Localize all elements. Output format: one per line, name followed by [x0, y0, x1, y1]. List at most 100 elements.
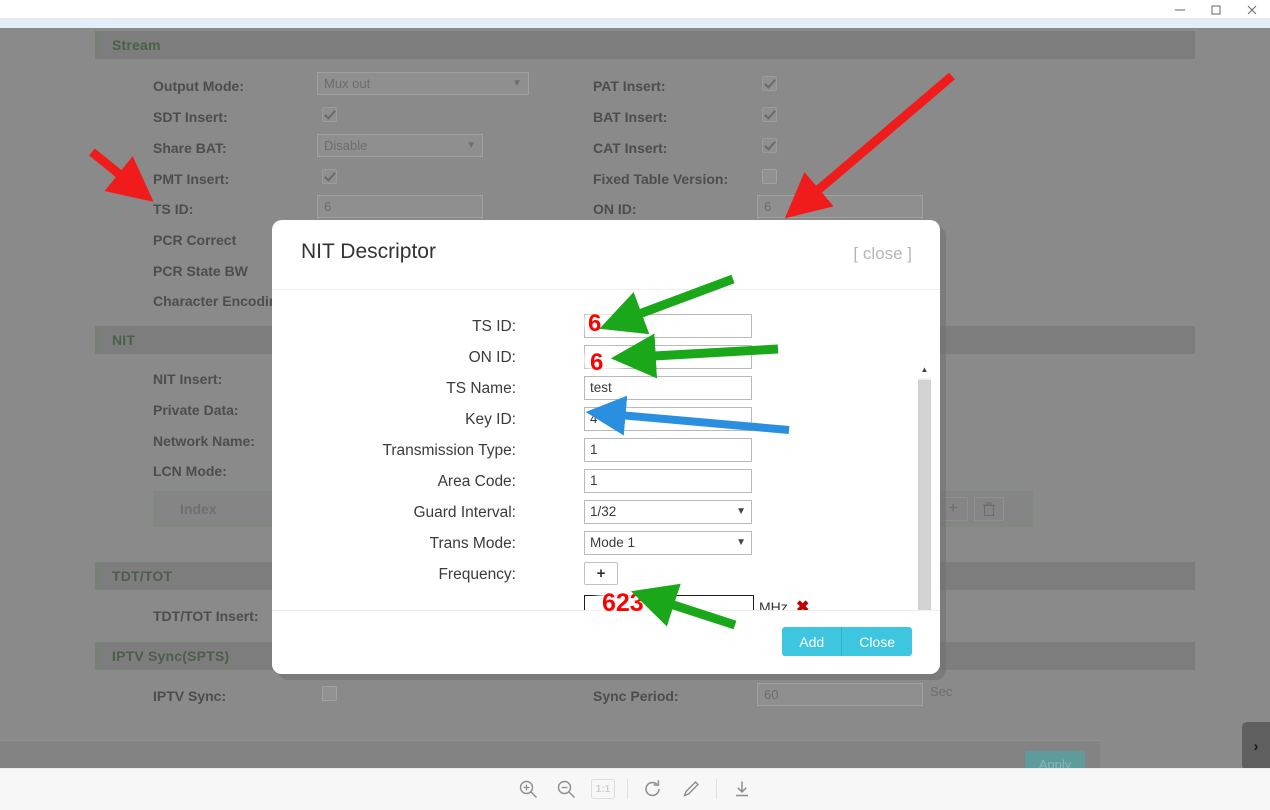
input-dlg-area-code[interactable]: 1 [584, 469, 752, 493]
dialog-scrollbar[interactable]: ▲ ▼ [917, 362, 932, 610]
select-output-mode[interactable]: Mux out ▼ [317, 72, 529, 95]
section-header-stream: Stream [95, 31, 1195, 59]
maximize-icon[interactable] [1198, 0, 1234, 19]
label-dlg-guard-interval: Guard Interval: [413, 504, 516, 521]
dialog-title: NIT Descriptor [301, 240, 436, 263]
label-dlg-trans-mode: Trans Mode: [429, 535, 516, 552]
annotation-ts-id-value: 6 [588, 310, 602, 337]
scrollbar-thumb[interactable] [918, 380, 931, 610]
checkbox-sdt-insert[interactable] [322, 107, 337, 122]
checkbox-pat-insert[interactable] [762, 76, 777, 91]
label-share-bat: Share BAT: [153, 140, 227, 156]
label-dlg-frequency: Frequency: [438, 566, 516, 583]
dialog-close-link[interactable]: [ close ] [853, 244, 912, 264]
select-dlg-guard-interval[interactable]: 1/32 ▼ [584, 500, 752, 524]
dialog-footer: Add Close [272, 610, 940, 674]
app-root: Stream Output Mode: Mux out ▼ SDT Insert… [0, 0, 1270, 810]
label-network-name: Network Name: [153, 433, 255, 449]
toolbar-divider [716, 779, 717, 799]
label-sync-period: Sync Period: [593, 688, 679, 704]
label-cat-insert: CAT Insert: [593, 140, 668, 156]
highlight-blob-on-id [582, 348, 626, 372]
input-sync-period[interactable]: 60 [757, 683, 923, 706]
section-title-stream: Stream [112, 37, 161, 53]
dialog-button-group: Add Close [782, 627, 912, 656]
chevron-down-icon: ▼ [512, 77, 522, 89]
field-row-transmission-type: Transmission Type: 1 [272, 438, 912, 468]
unit-sync-period: Sec [930, 684, 953, 699]
frequency-delete-icon[interactable]: ✖ [796, 595, 809, 610]
minimize-icon[interactable] [1162, 0, 1198, 19]
field-row-key-id: Key ID: 4 [272, 407, 912, 437]
section-title-iptv-sync: IPTV Sync(SPTS) [112, 648, 230, 664]
chevron-right-icon: › [1253, 737, 1259, 755]
unit-mhz: MHz [759, 599, 788, 610]
label-fixed-table-version: Fixed Table Version: [593, 171, 729, 187]
drawer-expand-button[interactable]: › [1242, 722, 1270, 770]
zoom-in-icon[interactable] [515, 776, 541, 802]
frequency-add-button[interactable]: + [584, 562, 618, 585]
label-tdt-tot-insert: TDT/TOT Insert: [153, 608, 259, 624]
checkbox-cat-insert[interactable] [762, 138, 777, 153]
input-dlg-key-id[interactable]: 4 [584, 407, 752, 431]
select-guard-interval-value: 1/32 [590, 504, 617, 519]
section-title-nit: NIT [112, 332, 136, 348]
close-icon[interactable] [1234, 0, 1270, 19]
label-pat-insert: PAT Insert: [593, 78, 666, 94]
checkbox-pmt-insert[interactable] [322, 169, 337, 184]
checkbox-fixed-table-version[interactable] [762, 169, 777, 184]
scroll-up-arrow-icon[interactable]: ▲ [917, 362, 932, 376]
input-dlg-ts-name[interactable]: test [584, 376, 752, 400]
toolbar-divider [627, 779, 628, 799]
field-row-area-code: Area Code: 1 [272, 469, 912, 499]
label-dlg-transmission-type: Transmission Type: [382, 442, 516, 459]
label-dlg-key-id: Key ID: [465, 411, 516, 428]
checkbox-iptv-sync[interactable] [322, 686, 337, 701]
download-icon[interactable] [729, 776, 755, 802]
label-dlg-area-code: Area Code: [437, 473, 516, 490]
label-pcr-correct: PCR Correct [153, 232, 237, 248]
input-dlg-transmission-type[interactable]: 1 [584, 438, 752, 462]
field-row-frequency: Frequency: + [272, 562, 912, 592]
close-button[interactable]: Close [842, 627, 912, 656]
nit-table-col-index: Index [180, 501, 217, 517]
select-dlg-trans-mode[interactable]: Mode 1 ▼ [584, 531, 752, 555]
label-output-mode: Output Mode: [153, 78, 244, 94]
plus-icon: + [948, 500, 958, 517]
label-iptv-sync: IPTV Sync: [153, 688, 227, 704]
label-nit-insert: NIT Insert: [153, 371, 223, 387]
label-dlg-on-id: ON ID: [468, 349, 516, 366]
toolbar-buttons: 1:1 [515, 776, 755, 802]
label-bat-insert: BAT Insert: [593, 109, 668, 125]
edit-icon[interactable] [678, 776, 704, 802]
label-sdt-insert: SDT Insert: [153, 109, 228, 125]
chevron-down-icon: ▼ [736, 506, 746, 517]
label-lcn-mode: LCN Mode: [153, 463, 227, 479]
field-row-frequency-entry: MHz ✖ [272, 595, 912, 610]
chevron-down-icon: ▼ [736, 537, 746, 548]
checkbox-bat-insert[interactable] [762, 107, 777, 122]
actual-size-icon[interactable]: 1:1 [591, 779, 615, 799]
dialog-body: TS ID: ON ID: TS Name: test Key ID: 4 Tr… [272, 290, 940, 610]
rotate-icon[interactable] [640, 776, 666, 802]
label-pcr-state-bw: PCR State BW [153, 263, 248, 279]
annotation-on-id-value: 6 [590, 349, 604, 376]
label-dlg-ts-id: TS ID: [472, 318, 516, 335]
browser-chrome-strip [0, 19, 1270, 28]
input-ts-id[interactable]: 6 [317, 195, 483, 218]
select-share-bat[interactable]: Disable ▼ [317, 134, 483, 157]
dialog-header: NIT Descriptor [ close ] [272, 220, 940, 290]
field-row-trans-mode: Trans Mode: Mode 1 ▼ [272, 531, 912, 561]
input-on-id[interactable]: 6 [757, 195, 923, 218]
nit-delete-row-button[interactable] [974, 497, 1004, 521]
window-titlebar [0, 0, 1270, 19]
select-trans-mode-value: Mode 1 [590, 535, 636, 550]
field-row-ts-name: TS Name: test [272, 376, 912, 406]
field-row-guard-interval: Guard Interval: 1/32 ▼ [272, 500, 912, 530]
label-pmt-insert: PMT Insert: [153, 171, 230, 187]
annotation-frequency-value: 623 [602, 589, 644, 617]
chevron-down-icon: ▼ [466, 139, 476, 151]
zoom-out-icon[interactable] [553, 776, 579, 802]
label-private-data: Private Data: [153, 402, 239, 418]
add-button[interactable]: Add [782, 627, 843, 656]
